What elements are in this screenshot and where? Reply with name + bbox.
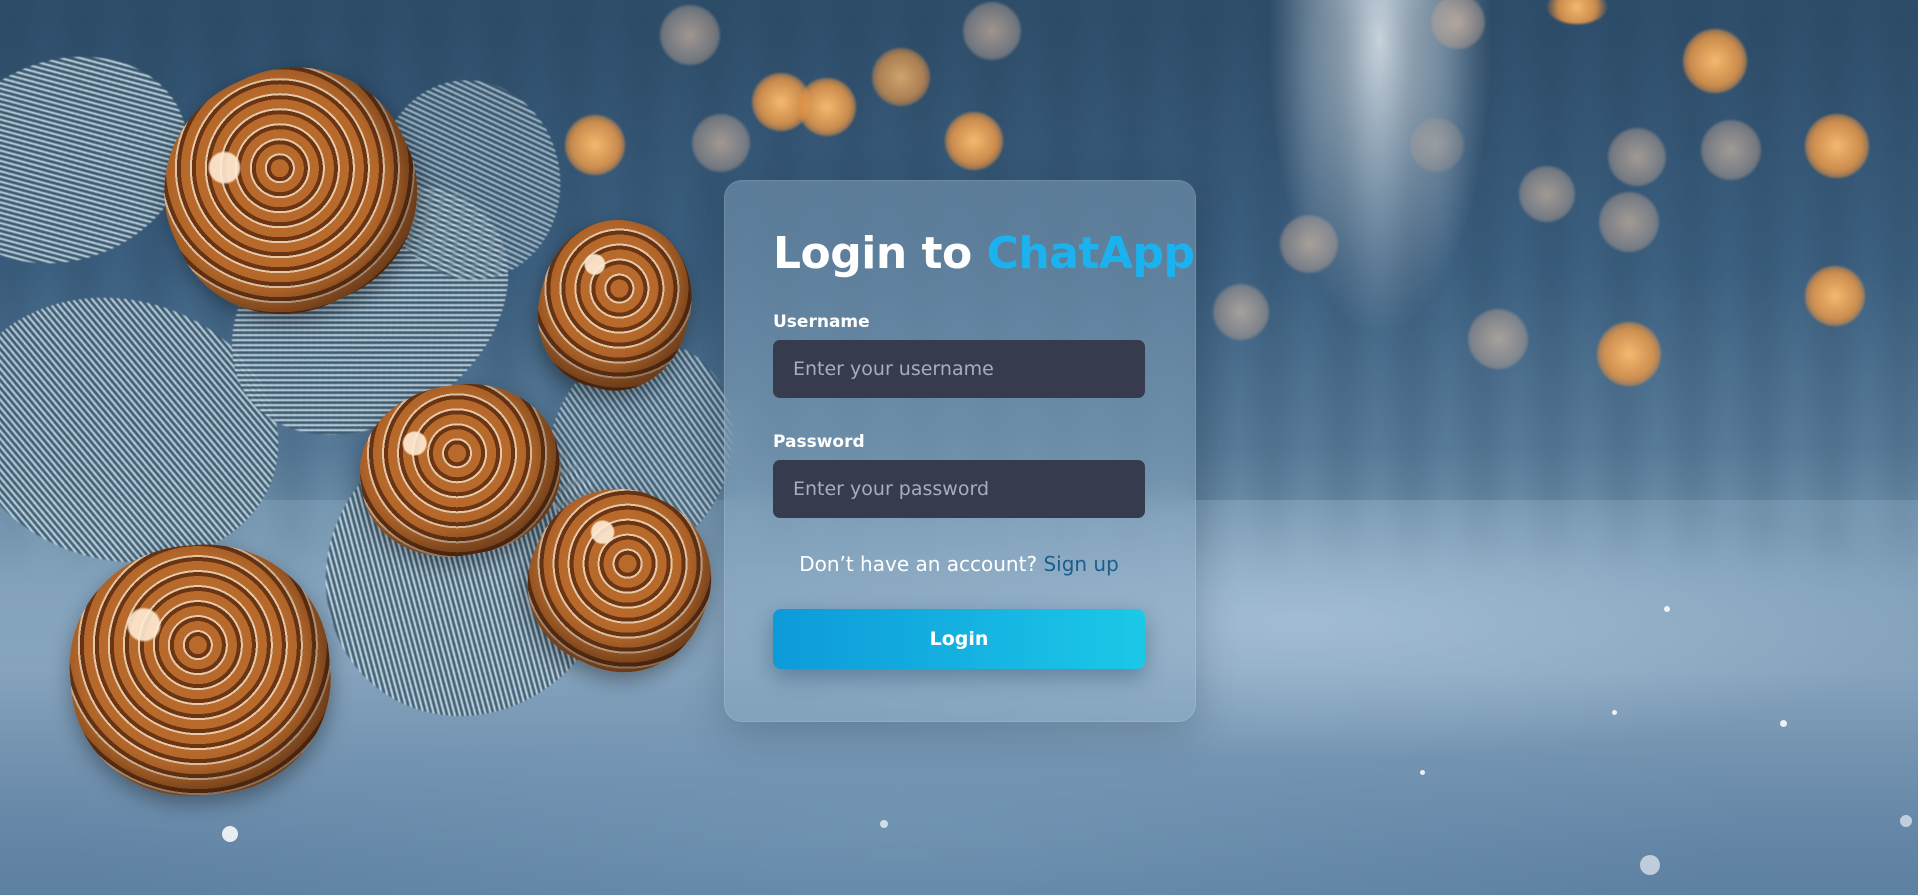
- bokeh-light: [798, 78, 856, 136]
- snow-sparkle: [1420, 770, 1425, 775]
- bokeh-light: [1599, 192, 1659, 252]
- bokeh-light: [1468, 309, 1528, 369]
- password-label: Password: [773, 432, 865, 452]
- bokeh-light: [565, 115, 625, 175]
- snow-sparkle: [1664, 606, 1670, 612]
- bokeh-light: [1805, 114, 1869, 178]
- bokeh-light: [660, 5, 720, 65]
- bokeh-light: [872, 48, 930, 106]
- bokeh-light: [1410, 118, 1464, 172]
- snow-sparkle: [222, 826, 238, 842]
- signup-prompt-text: Don’t have an account?: [799, 552, 1044, 576]
- title-prefix: Login to: [773, 228, 987, 279]
- signup-link[interactable]: Sign up: [1043, 552, 1118, 576]
- bokeh-light: [1280, 215, 1338, 273]
- snow-sparkle: [1612, 710, 1617, 715]
- bokeh-light: [963, 2, 1021, 60]
- bokeh-light: [1608, 128, 1666, 186]
- bokeh-light: [945, 112, 1003, 170]
- snow-sparkle: [880, 820, 888, 828]
- bokeh-light: [1597, 322, 1661, 386]
- username-label: Username: [773, 312, 870, 332]
- bokeh-light: [1805, 266, 1865, 326]
- page-title: Login to ChatApp: [773, 228, 1195, 279]
- bokeh-light: [1701, 120, 1761, 180]
- snow-sparkle: [1640, 855, 1660, 875]
- bokeh-light: [1519, 166, 1575, 222]
- username-input[interactable]: [773, 340, 1145, 398]
- brand-name: ChatApp: [986, 228, 1195, 279]
- password-input[interactable]: [773, 460, 1145, 518]
- bokeh-light: [1683, 29, 1747, 93]
- bokeh-light: [1213, 284, 1269, 340]
- snow-sparkle: [1780, 720, 1787, 727]
- bokeh-light: [692, 114, 750, 172]
- signup-prompt-row: Don’t have an account? Sign up: [724, 552, 1194, 576]
- snow-sparkle: [1900, 815, 1912, 827]
- login-button[interactable]: Login: [773, 609, 1145, 669]
